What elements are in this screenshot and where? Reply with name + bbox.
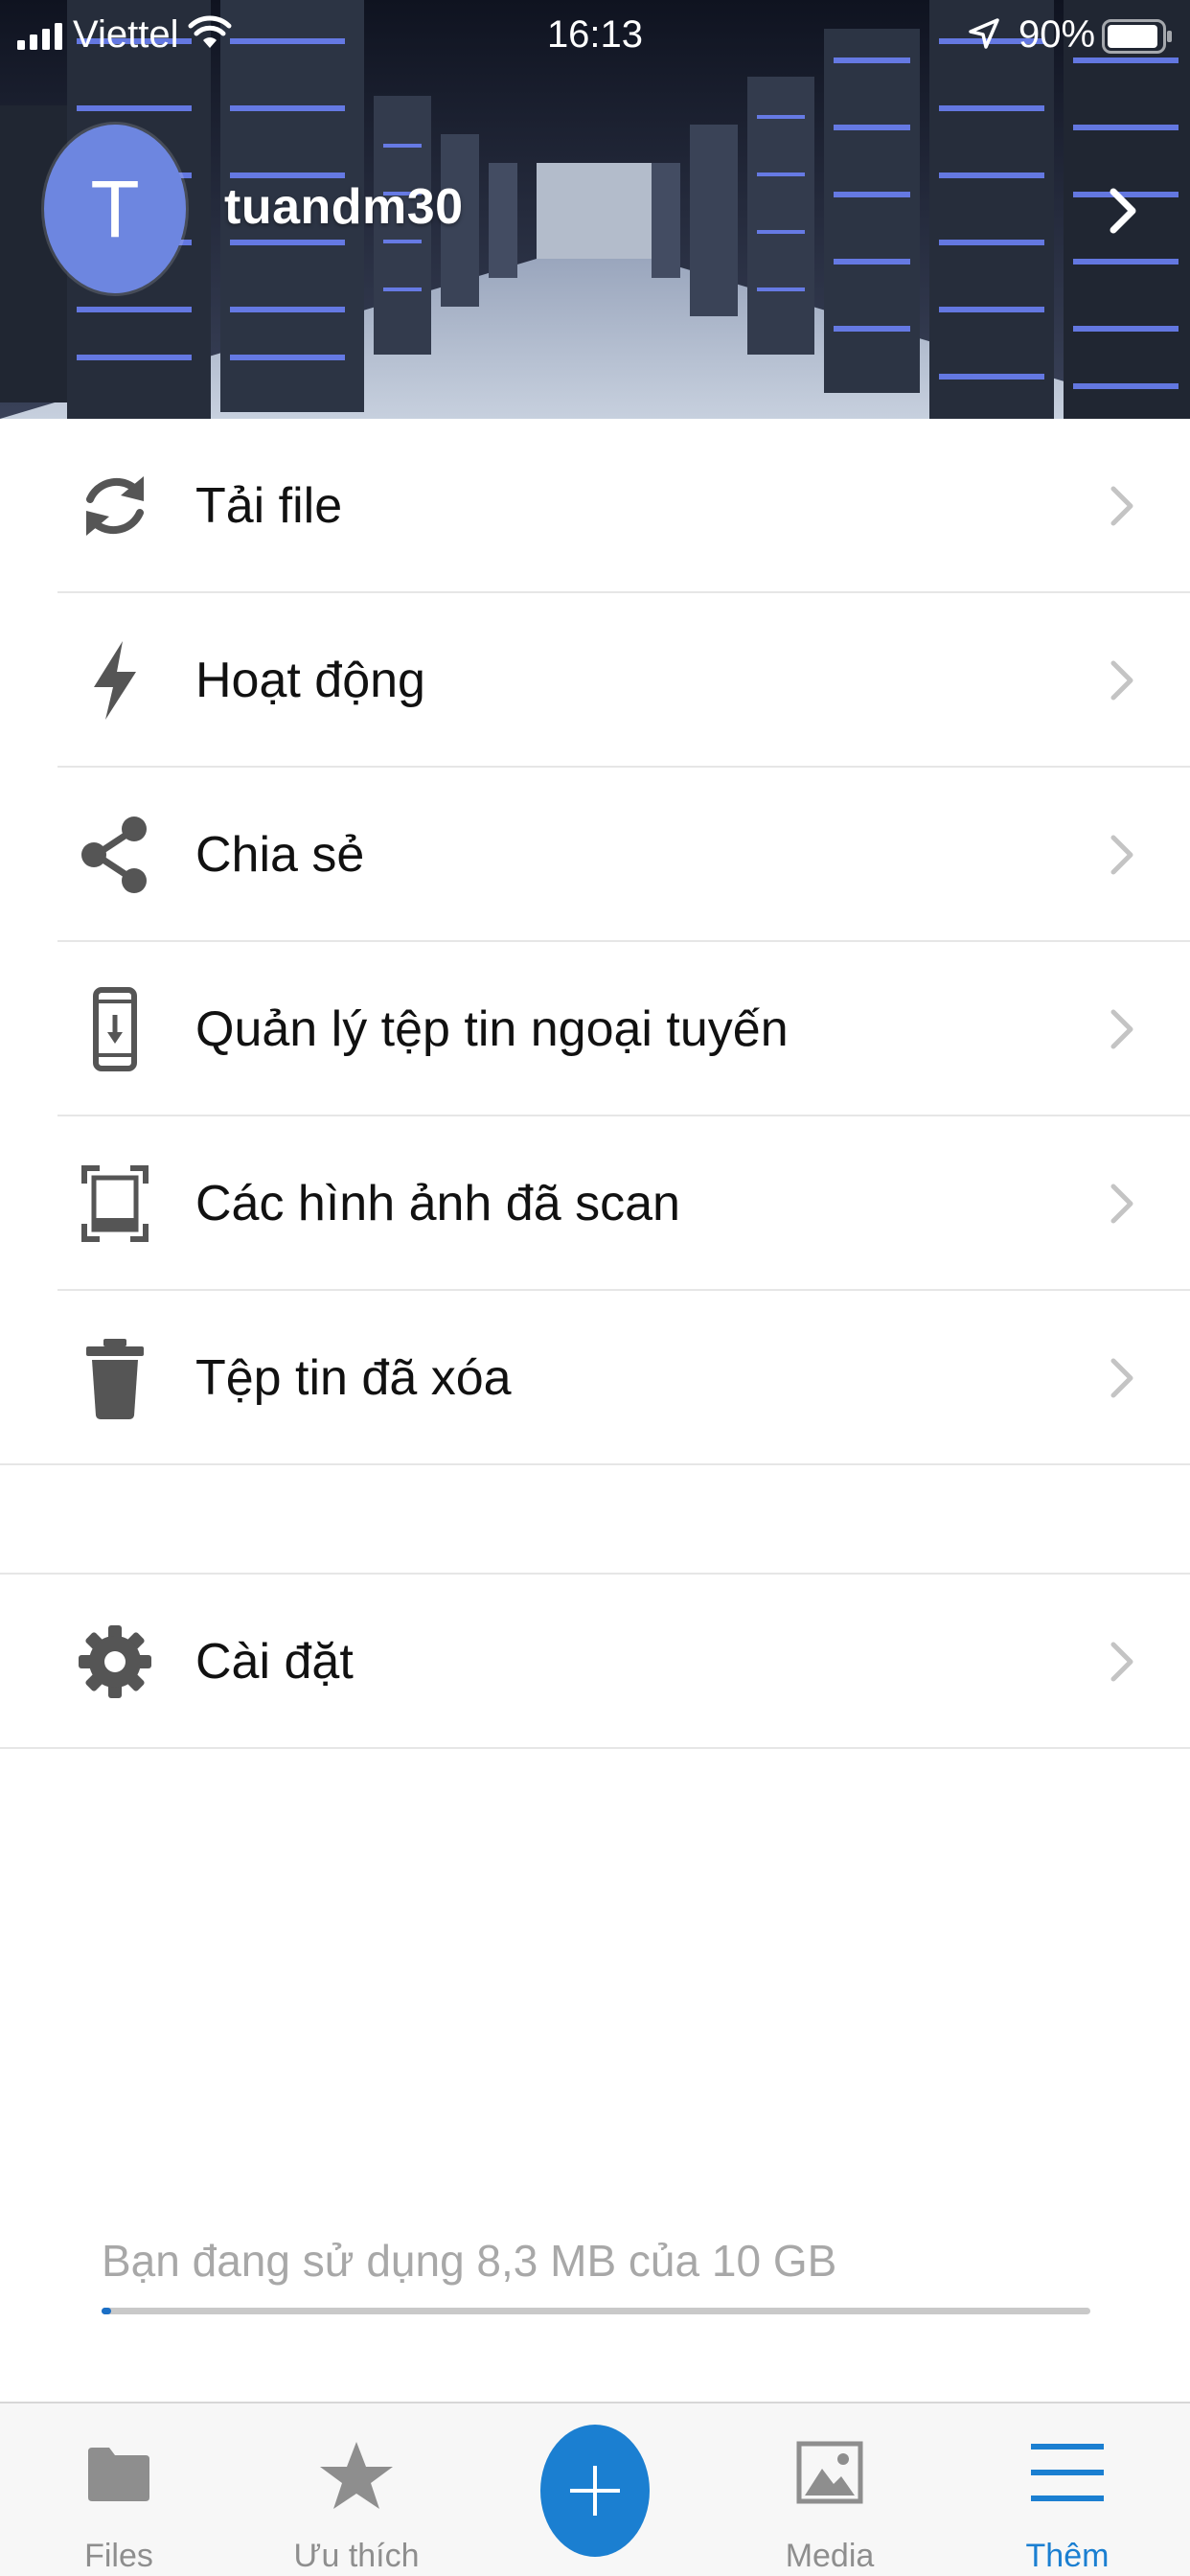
- plus-icon: [570, 2466, 620, 2516]
- chevron-right-icon: [1110, 1358, 1133, 1398]
- lightning-icon: [77, 637, 153, 724]
- battery-icon: [1102, 19, 1172, 54]
- tab-label: Files: [84, 2538, 153, 2574]
- tab-media[interactable]: Media: [734, 2404, 926, 2576]
- avatar[interactable]: T: [44, 125, 186, 293]
- gear-icon: [77, 1619, 153, 1705]
- menu-item-share[interactable]: Chia sẻ: [0, 768, 1190, 942]
- avatar-initial: T: [90, 163, 140, 254]
- chevron-right-icon: [1110, 1642, 1133, 1682]
- offline-phone-icon: [77, 986, 153, 1072]
- menu-item-label: Hoạt động: [195, 653, 425, 708]
- menu-item-label: Các hình ảnh đã scan: [195, 1176, 680, 1231]
- storage-usage-text: Bạn đang sử dụng 8,3 MB của 10 GB: [102, 2236, 837, 2286]
- chevron-right-icon: [1110, 486, 1133, 526]
- profile-header: Viettel 16:13 90% T tuandm30: [0, 0, 1190, 419]
- menu-list: Tải file Hoạt động Chia sẻ Quản lý tệp t…: [0, 419, 1190, 1749]
- divider: [0, 1747, 1190, 1749]
- add-button[interactable]: [540, 2425, 650, 2557]
- chevron-right-icon[interactable]: [1108, 186, 1138, 236]
- folder-icon: [88, 2448, 149, 2501]
- menu-item-label: Tệp tin đã xóa: [195, 1350, 512, 1406]
- image-icon: [796, 2441, 863, 2504]
- menu-item-activity[interactable]: Hoạt động: [0, 593, 1190, 768]
- chevron-right-icon: [1110, 1009, 1133, 1049]
- scan-icon: [77, 1161, 153, 1247]
- share-icon: [77, 812, 153, 898]
- tab-bar: Files Ưu thích Media Thêm: [0, 2402, 1190, 2576]
- tab-label: Thêm: [1025, 2538, 1110, 2574]
- tab-label: Media: [785, 2538, 875, 2574]
- trash-icon: [77, 1335, 153, 1421]
- storage-progress-fill: [102, 2308, 112, 2314]
- menu-item-label: Cài đặt: [195, 1634, 354, 1690]
- tab-more[interactable]: Thêm: [972, 2404, 1163, 2576]
- tab-files[interactable]: Files: [23, 2404, 215, 2576]
- divider: [0, 1463, 1190, 1465]
- status-time: 16:13: [546, 13, 644, 56]
- menu-item-scanned-images[interactable]: Các hình ảnh đã scan: [0, 1116, 1190, 1291]
- tab-label: Ưu thích: [293, 2538, 420, 2574]
- battery-percentage: 90%: [1018, 13, 1096, 56]
- menu-item-label: Chia sẻ: [195, 827, 365, 883]
- location-arrow-icon: [969, 18, 999, 49]
- menu-item-download[interactable]: Tải file: [0, 419, 1190, 593]
- chevron-right-icon: [1110, 835, 1133, 875]
- star-icon: [320, 2442, 393, 2509]
- section-spacer: [0, 1465, 1190, 1575]
- menu-icon: [1031, 2444, 1104, 2501]
- menu-item-deleted-files[interactable]: Tệp tin đã xóa: [0, 1291, 1190, 1465]
- status-bar: Viettel 16:13 90%: [0, 0, 1190, 71]
- tab-favorites[interactable]: Ưu thích: [261, 2404, 452, 2576]
- storage-progress-bar: [102, 2308, 1090, 2314]
- menu-item-label: Tải file: [195, 478, 343, 534]
- username[interactable]: tuandm30: [224, 178, 464, 236]
- sync-icon: [77, 463, 153, 549]
- menu-item-settings[interactable]: Cài đặt: [0, 1575, 1190, 1749]
- chevron-right-icon: [1110, 1184, 1133, 1224]
- menu-item-offline-files[interactable]: Quản lý tệp tin ngoại tuyến: [0, 942, 1190, 1116]
- chevron-right-icon: [1110, 660, 1133, 701]
- menu-item-label: Quản lý tệp tin ngoại tuyến: [195, 1001, 789, 1057]
